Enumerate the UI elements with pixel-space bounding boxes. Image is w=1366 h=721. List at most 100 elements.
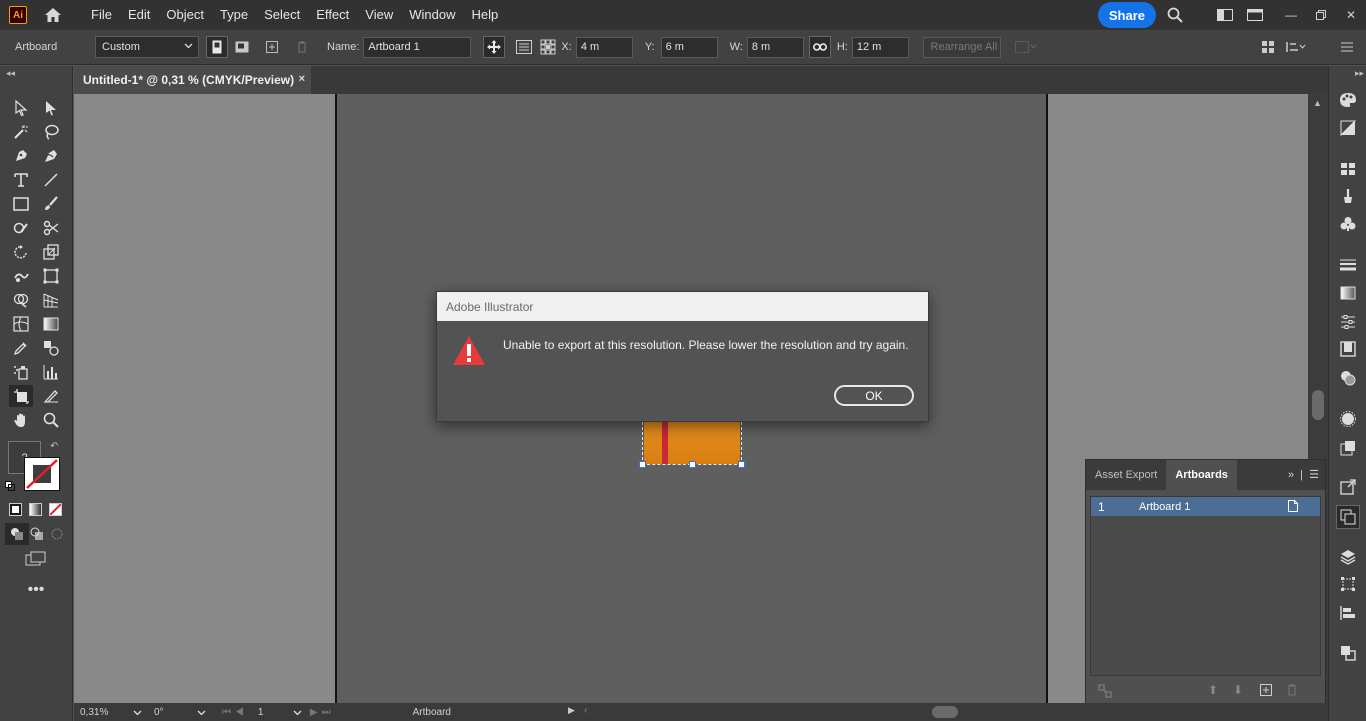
hand-tool-icon[interactable] [9, 409, 33, 431]
magic-wand-tool-icon[interactable] [9, 121, 33, 143]
draw-inside-icon[interactable] [45, 523, 69, 545]
panel-menu-icon[interactable] [1336, 36, 1358, 58]
panel-options-icon[interactable]: » | ☰ [1288, 468, 1319, 481]
menu-window[interactable]: Window [401, 0, 463, 30]
tab-artboards[interactable]: Artboards [1166, 460, 1237, 490]
pen-tool-icon[interactable] [9, 145, 33, 167]
graphic-styles-icon[interactable] [1338, 409, 1358, 429]
gradient-panel-icon[interactable] [1338, 283, 1358, 303]
swatches-panel-icon[interactable] [1338, 159, 1358, 179]
chevron-down-icon[interactable] [197, 708, 206, 720]
x-field[interactable]: 4 m [575, 36, 633, 58]
landscape-orientation-button[interactable] [231, 36, 253, 58]
align-panel-icon[interactable] [1257, 36, 1279, 58]
swap-fill-stroke-icon[interactable]: ↶ [50, 441, 58, 452]
eyedropper-tool-icon[interactable] [9, 337, 33, 359]
none-mode-icon[interactable] [49, 503, 62, 516]
libraries-panel-icon[interactable] [1338, 339, 1358, 359]
transparency-panel-icon[interactable] [1338, 438, 1358, 458]
gradient-mode-icon[interactable] [29, 503, 42, 516]
rearrange-all-button[interactable]: Rearrange All [922, 36, 1001, 58]
paintbrush-tool-icon[interactable] [39, 193, 63, 215]
color-guide-icon[interactable] [1338, 118, 1358, 138]
artboard-name-field[interactable]: Artboard 1 [363, 36, 472, 58]
shaper-tool-icon[interactable] [9, 217, 33, 239]
move-copy-artwork-icon[interactable] [483, 36, 506, 58]
transform-icon[interactable] [1338, 574, 1358, 594]
zoom-tool-icon[interactable] [39, 409, 63, 431]
rectangle-tool-icon[interactable] [9, 193, 33, 215]
status-menu-icon[interactable]: ▶ [568, 705, 575, 716]
menu-view[interactable]: View [357, 0, 401, 30]
close-window-icon[interactable]: ✕ [1336, 0, 1366, 30]
scissors-tool-icon[interactable] [39, 217, 63, 239]
stroke-panel-icon[interactable] [1338, 255, 1358, 275]
horizontal-scroll-thumb[interactable] [932, 706, 958, 718]
restore-icon[interactable] [1306, 0, 1336, 30]
menu-help[interactable]: Help [463, 0, 506, 30]
collapse-panel-icon[interactable]: ◂◂ [6, 68, 15, 79]
perspective-grid-tool-icon[interactable] [39, 289, 63, 311]
edit-toolbar-icon[interactable]: ••• [24, 579, 48, 601]
document-tab[interactable]: Untitled-1* @ 0,31 % (CMYK/Preview) × [74, 66, 311, 94]
artboards-panel-icon[interactable] [1336, 505, 1360, 529]
free-transform-tool-icon[interactable] [39, 265, 63, 287]
menu-edit[interactable]: Edit [120, 0, 158, 30]
stroke-swatch[interactable] [24, 457, 60, 491]
scale-tool-icon[interactable] [39, 241, 63, 263]
first-prev-artboard-icon[interactable]: ⏮◀ [222, 707, 248, 718]
align-icon[interactable] [1338, 603, 1358, 623]
transform-panel-icon[interactable] [1285, 36, 1307, 58]
warp-tool-icon[interactable] [9, 265, 33, 287]
properties-panel-icon[interactable] [1338, 312, 1358, 332]
reference-point-icon[interactable] [537, 36, 559, 58]
artboard-options-icon[interactable] [513, 36, 535, 58]
selection-handle[interactable] [738, 461, 745, 468]
column-graph-tool-icon[interactable] [39, 361, 63, 383]
artboard-index-field[interactable]: 1 [252, 704, 304, 720]
direct-selection-tool-icon[interactable] [39, 97, 63, 119]
artboard-name[interactable]: Artboard 1 [1139, 501, 1190, 513]
symbol-sprayer-tool-icon[interactable] [9, 361, 33, 383]
delete-artboard-panel-icon[interactable] [1287, 684, 1297, 699]
asset-export-icon[interactable] [1338, 477, 1358, 497]
line-segment-tool-icon[interactable] [39, 169, 63, 191]
arrange-documents-icon[interactable] [1240, 0, 1270, 30]
move-down-icon[interactable]: ⬇ [1233, 683, 1243, 697]
zoom-field[interactable]: 0,31% [74, 704, 144, 720]
menu-file[interactable]: File [83, 0, 120, 30]
screen-mode-icon[interactable] [24, 548, 48, 570]
share-button[interactable]: Share [1097, 2, 1156, 28]
slice-tool-icon[interactable] [39, 385, 63, 407]
pathfinder-icon[interactable] [1338, 643, 1358, 663]
grid-options-icon[interactable] [1014, 36, 1037, 58]
selected-artwork[interactable] [639, 417, 745, 468]
symbols-panel-icon[interactable] [1338, 214, 1358, 234]
lasso-tool-icon[interactable] [39, 121, 63, 143]
artboard-tool-icon[interactable] [9, 385, 33, 407]
minimize-icon[interactable]: — [1276, 0, 1306, 30]
shape-builder-tool-icon[interactable] [9, 289, 33, 311]
new-artboard-icon[interactable] [261, 36, 283, 58]
height-field[interactable]: 12 m [851, 36, 909, 58]
selection-handle[interactable] [689, 461, 696, 468]
color-panel-icon[interactable] [1338, 90, 1358, 110]
artboard-row[interactable]: 1 Artboard 1 [1091, 497, 1320, 516]
constrain-proportions-icon[interactable] [808, 36, 831, 58]
artboard-options-icon[interactable] [1288, 500, 1298, 515]
home-icon[interactable] [43, 5, 63, 25]
rearrange-artboards-icon[interactable] [1098, 684, 1112, 701]
close-tab-icon[interactable]: × [299, 73, 305, 85]
rotation-field[interactable]: 0° [144, 704, 208, 720]
ok-button[interactable]: OK [834, 385, 914, 406]
menu-object[interactable]: Object [158, 0, 212, 30]
menu-type[interactable]: Type [212, 0, 256, 30]
delete-artboard-icon[interactable] [291, 36, 313, 58]
y-field[interactable]: 6 m [660, 36, 718, 58]
mesh-tool-icon[interactable] [9, 313, 33, 335]
default-fill-stroke-icon[interactable] [5, 480, 15, 491]
curvature-tool-icon[interactable] [39, 145, 63, 167]
artboard-preset-select[interactable]: Custom [95, 36, 199, 58]
layers-panel-icon[interactable] [1338, 547, 1358, 567]
search-icon[interactable] [1160, 0, 1190, 30]
